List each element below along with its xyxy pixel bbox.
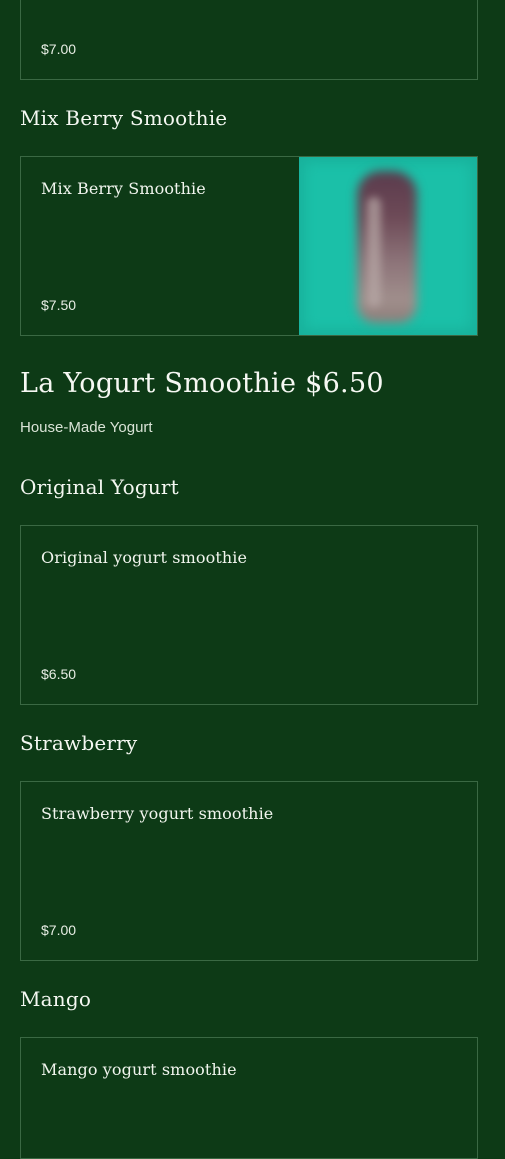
item-name: Mix Berry Smoothie [41,179,206,198]
item-name: Strawberry yogurt smoothie [41,804,274,823]
menu-item-card-mix-berry[interactable]: Mix Berry Smoothie $7.50 [20,156,478,336]
category-subtitle: House-Made Yogurt [20,419,153,436]
item-name: Mango yogurt smoothie [41,1060,237,1079]
item-price: $7.00 [41,41,77,57]
section-title-original: Original Yogurt [20,475,179,499]
menu-item-card-strawberry[interactable]: Strawberry yogurt smoothie $7.00 [20,781,478,961]
item-price: $6.50 [41,666,77,682]
section-title-strawberry: Strawberry [20,731,138,755]
item-price: $7.00 [41,922,77,938]
menu-item-card-mango[interactable]: Mango yogurt smoothie [20,1037,478,1159]
smoothie-photo [299,157,477,335]
menu-item-card[interactable]: $7.00 [20,0,478,80]
section-title-mango: Mango [20,987,92,1011]
item-price: $7.50 [41,297,77,313]
item-name: Original yogurt smoothie [41,548,248,567]
section-title-mix-berry: Mix Berry Smoothie [20,106,228,130]
category-title: La Yogurt Smoothie $6.50 [20,368,384,399]
menu-item-card-original[interactable]: Original yogurt smoothie $6.50 [20,525,478,705]
